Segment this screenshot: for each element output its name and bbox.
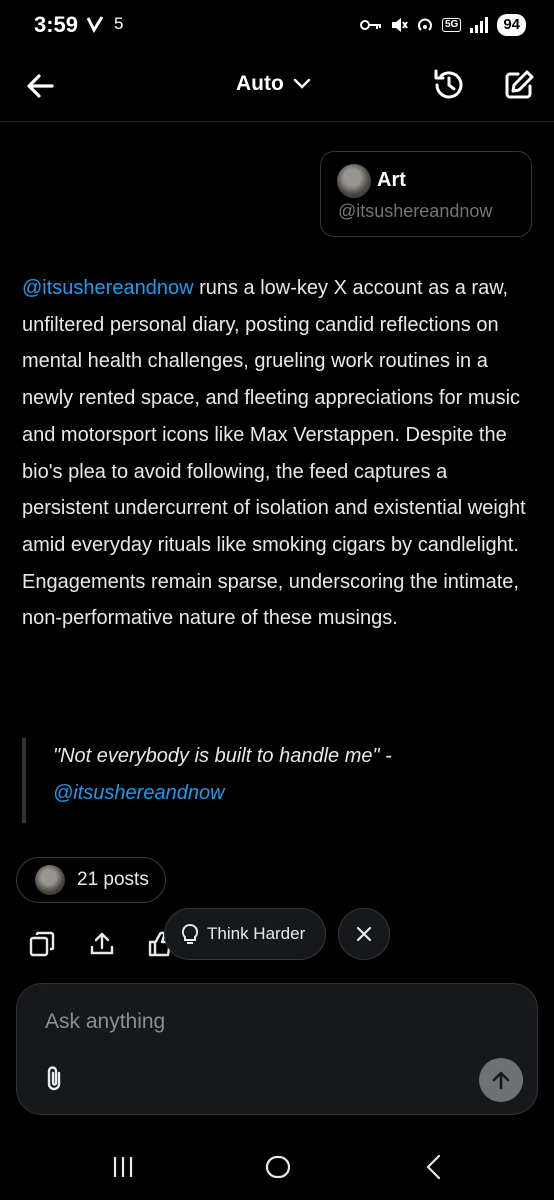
chevron-down-icon	[293, 78, 311, 89]
signal-icon	[470, 17, 489, 33]
header: Auto	[0, 52, 554, 122]
notification-count: 5	[114, 14, 124, 33]
back-button[interactable]	[22, 68, 58, 104]
share-button[interactable]	[88, 930, 116, 958]
new-chat-edit-icon	[505, 70, 534, 99]
user-card[interactable]: Art @itsushereandnow	[320, 151, 532, 237]
paperclip-icon	[47, 1066, 61, 1091]
user-name: Art	[377, 169, 406, 191]
quote-mention-link[interactable]: @itsushereandnow	[53, 775, 522, 812]
composer	[16, 983, 538, 1115]
status-right-icons: 5G 94	[359, 14, 526, 36]
status-left-icons: 5	[86, 14, 123, 34]
new-chat-button[interactable]	[500, 66, 538, 104]
home-button[interactable]	[258, 1150, 298, 1184]
summary-mention-link[interactable]: @itsushereandnow	[22, 277, 194, 299]
ask-input[interactable]	[45, 1010, 485, 1034]
think-harder-label: Think Harder	[207, 924, 306, 943]
mute-icon	[391, 18, 408, 32]
copy-icon	[29, 931, 55, 957]
think-harder-button[interactable]: Think Harder	[164, 908, 326, 960]
lightbulb-icon	[181, 923, 199, 944]
avatar	[337, 164, 371, 198]
copy-button[interactable]	[28, 930, 56, 958]
v-logo-icon	[86, 16, 104, 33]
status-bar: 3:59 5 5G 94	[0, 0, 554, 52]
battery-indicator: 94	[497, 14, 526, 36]
status-time: 3:59	[34, 12, 79, 37]
posts-avatar	[35, 865, 65, 895]
mode-selector[interactable]: Auto	[236, 72, 312, 96]
back-nav-button[interactable]	[414, 1150, 454, 1184]
send-button[interactable]	[479, 1058, 523, 1102]
system-nav-bar	[0, 1136, 554, 1200]
dismiss-button[interactable]	[338, 908, 390, 960]
history-button[interactable]	[430, 66, 468, 104]
back-chevron-icon	[426, 1154, 441, 1180]
mode-label: Auto	[236, 72, 284, 95]
user-handle: @itsushereandnow	[338, 201, 493, 221]
recent-apps-button[interactable]	[103, 1150, 143, 1184]
posts-count-label: 21 posts	[77, 869, 149, 890]
posts-chip[interactable]: 21 posts	[16, 857, 166, 903]
blockquote: "Not everybody is built to handle me" - …	[22, 738, 522, 823]
history-icon	[434, 69, 463, 99]
back-arrow-icon	[27, 74, 54, 98]
quote-text: "Not everybody is built to handle me" -	[53, 745, 392, 767]
arrow-up-icon	[492, 1071, 510, 1090]
recent-apps-icon	[113, 1157, 133, 1177]
hotspot-icon	[418, 18, 432, 31]
close-icon	[356, 926, 372, 942]
share-icon	[90, 932, 114, 955]
home-icon	[265, 1155, 291, 1179]
summary-body: runs a low-key X account as a raw, unfil…	[22, 277, 526, 630]
network-badge: 5G	[441, 18, 462, 32]
response-text: @itsushereandnow runs a low-key X accoun…	[22, 270, 532, 637]
key-icon	[359, 20, 381, 30]
attach-button[interactable]	[41, 1064, 69, 1094]
